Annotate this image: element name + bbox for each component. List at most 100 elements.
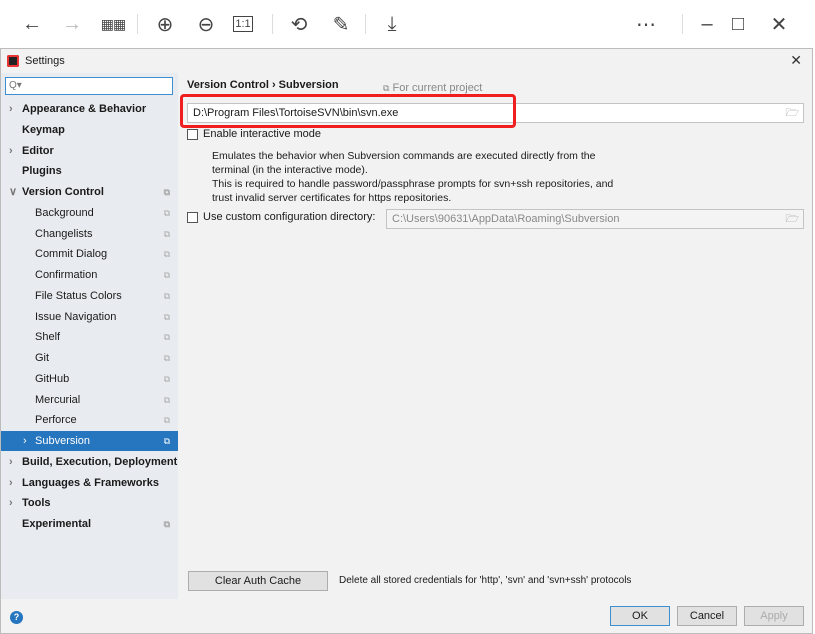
sidebar-item-label: Confirmation bbox=[35, 269, 98, 281]
sidebar-item-label: Issue Navigation bbox=[35, 310, 117, 323]
interactive-mode-description: Emulates the behavior when Subversion co… bbox=[212, 150, 614, 204]
sidebar-item[interactable]: Commit Dialog ⧉ bbox=[1, 244, 178, 264]
interactive-mode-checkbox[interactable]: Enable interactive mode bbox=[187, 128, 321, 140]
sidebar-item-label: Changelists bbox=[35, 227, 93, 240]
sidebar-item[interactable]: › Subversion ⧉ bbox=[1, 431, 178, 451]
sidebar-item-label: File Status Colors bbox=[35, 289, 122, 302]
sidebar-item-label: Shelf bbox=[35, 331, 61, 344]
sidebar-item-label: Perforce bbox=[35, 414, 77, 427]
maximize-icon[interactable]: □ bbox=[724, 10, 752, 38]
settings-sidebar: Q▾ › Appearance & Behavior Keymap › Editor Pl… bbox=[1, 73, 178, 599]
copy-icon: ⧉ bbox=[163, 228, 170, 239]
download-icon[interactable]: ⤓ bbox=[378, 10, 406, 38]
sidebar-item-label: Build, Execution, Deployment bbox=[22, 455, 178, 468]
grid-icon[interactable]: ▦▦ bbox=[99, 10, 127, 38]
sidebar-item[interactable]: Perforce ⧉ bbox=[1, 410, 178, 430]
folder-icon[interactable]: 🗁 bbox=[785, 210, 799, 228]
sidebar-item[interactable]: › Tools bbox=[1, 493, 178, 513]
breadcrumb: Version Control › Subversion bbox=[187, 79, 339, 91]
search-input[interactable]: Q▾ bbox=[5, 77, 173, 95]
copy-icon: ⧉ bbox=[163, 353, 170, 363]
folder-icon[interactable]: 🗁 bbox=[785, 104, 799, 122]
copy-icon: ⧉ bbox=[163, 394, 170, 405]
sidebar-item-label: Appearance & Behavior bbox=[22, 103, 147, 115]
copy-icon: ⧉ bbox=[163, 290, 170, 301]
sidebar-item-label: Tools bbox=[22, 497, 51, 510]
copy-icon: ⧉ bbox=[163, 436, 170, 446]
actual-size-icon[interactable]: 1:1 bbox=[233, 16, 253, 32]
chevron-icon[interactable]: › bbox=[9, 473, 13, 493]
sidebar-item[interactable]: ∨ Version Control ⧉ bbox=[1, 182, 178, 202]
sidebar-item[interactable]: › Languages & Frameworks bbox=[1, 473, 178, 493]
copy-icon: ⧉ bbox=[163, 332, 170, 343]
dialog-titlebar: Settings ✕ bbox=[1, 49, 812, 73]
sidebar-item-label: Keymap bbox=[22, 123, 65, 136]
chevron-icon[interactable]: › bbox=[23, 431, 27, 451]
sidebar-item[interactable]: › Build, Execution, Deployment bbox=[1, 452, 178, 472]
minimize-icon[interactable]: – bbox=[693, 10, 721, 38]
sidebar-item-label: Editor bbox=[22, 144, 54, 157]
zoom-out-icon[interactable]: ⊖ bbox=[192, 10, 220, 38]
sidebar-item-label: Subversion bbox=[35, 435, 91, 447]
sidebar-item[interactable]: Plugins bbox=[1, 161, 178, 181]
edit-icon[interactable]: ✎ bbox=[327, 10, 355, 38]
zoom-in-icon[interactable]: ⊕ bbox=[151, 10, 179, 38]
sidebar-item-label: Experimental bbox=[22, 518, 92, 530]
copy-icon: ⧉ bbox=[163, 415, 170, 426]
chevron-icon[interactable]: › bbox=[9, 452, 13, 472]
custom-config-dir-checkbox[interactable]: Use custom configuration directory: bbox=[187, 211, 375, 223]
copy-icon: ⧉ bbox=[383, 83, 390, 93]
sidebar-item-label: GitHub bbox=[35, 372, 70, 385]
apply-button[interactable]: Apply bbox=[744, 606, 804, 626]
sidebar-item[interactable]: Git ⧉ bbox=[1, 348, 178, 368]
sidebar-item[interactable]: Experimental ⧉ bbox=[1, 514, 178, 534]
custom-config-dir-field[interactable]: C:\Users\90631\AppData\Roaming\Subversio… bbox=[386, 209, 804, 229]
sidebar-item[interactable]: Mercurial ⧉ bbox=[1, 390, 178, 410]
chevron-icon[interactable]: › bbox=[9, 99, 13, 119]
sidebar-item[interactable]: Background ⧉ bbox=[1, 203, 178, 223]
dialog-title: Settings bbox=[25, 55, 65, 67]
sidebar-item[interactable]: Confirmation ⧉ bbox=[1, 265, 178, 285]
copy-icon: ⧉ bbox=[163, 270, 170, 280]
help-icon[interactable]: ? bbox=[10, 611, 23, 624]
copy-icon: ⧉ bbox=[163, 519, 170, 529]
clear-auth-description: Delete all stored credentials for 'http'… bbox=[339, 575, 632, 586]
copy-icon: ⧉ bbox=[163, 207, 170, 218]
copy-icon: ⧉ bbox=[163, 311, 170, 322]
ok-button[interactable]: OK bbox=[610, 606, 670, 626]
sidebar-item[interactable]: › Editor bbox=[1, 141, 178, 161]
for-current-project-label: ⧉ For current project bbox=[383, 82, 483, 94]
sidebar-item-label: Background bbox=[35, 206, 94, 219]
copy-icon: ⧉ bbox=[163, 187, 170, 197]
cancel-button[interactable]: Cancel bbox=[677, 606, 737, 626]
close-icon[interactable]: ✕ bbox=[790, 52, 802, 69]
dialog-footer: ? OK Cancel Apply bbox=[1, 599, 812, 633]
sidebar-item[interactable]: Keymap bbox=[1, 120, 178, 140]
viewer-toolbar: ← → ▦▦ ⊕ ⊖ 1:1 ⟲ ✎ ⤓ ⋯ – □ ✕ bbox=[0, 0, 815, 48]
sidebar-item[interactable]: Changelists ⧉ bbox=[1, 224, 178, 244]
sidebar-item-label: Git bbox=[35, 352, 50, 364]
highlight-box bbox=[180, 94, 516, 128]
chevron-icon[interactable]: › bbox=[9, 141, 13, 161]
settings-dialog: Settings ✕ Q▾ › Appearance & Behavior Keym… bbox=[0, 48, 813, 634]
sidebar-item[interactable]: Shelf ⧉ bbox=[1, 327, 178, 347]
sidebar-item-label: Languages & Frameworks bbox=[22, 476, 159, 489]
sidebar-item[interactable]: › Appearance & Behavior bbox=[1, 99, 178, 119]
sidebar-item-label: Commit Dialog bbox=[35, 248, 108, 261]
sidebar-item-label: Plugins bbox=[22, 165, 62, 178]
clear-auth-cache-button[interactable]: Clear Auth Cache bbox=[188, 571, 328, 591]
sidebar-item-label: Version Control bbox=[22, 186, 104, 198]
copy-icon: ⧉ bbox=[163, 249, 170, 260]
sidebar-item-label: Mercurial bbox=[35, 393, 81, 406]
arrow-right-icon[interactable]: → bbox=[58, 10, 86, 38]
sidebar-item[interactable]: File Status Colors ⧉ bbox=[1, 286, 178, 306]
chevron-icon[interactable]: ∨ bbox=[9, 182, 17, 202]
chevron-icon[interactable]: › bbox=[9, 493, 13, 513]
arrow-left-icon[interactable]: ← bbox=[18, 10, 46, 38]
copy-icon: ⧉ bbox=[163, 373, 170, 384]
more-icon[interactable]: ⋯ bbox=[632, 10, 660, 38]
sidebar-item[interactable]: Issue Navigation ⧉ bbox=[1, 307, 178, 327]
sidebar-item[interactable]: GitHub ⧉ bbox=[1, 369, 178, 389]
rotate-icon[interactable]: ⟲ bbox=[285, 10, 313, 38]
close-icon[interactable]: ✕ bbox=[765, 10, 793, 38]
